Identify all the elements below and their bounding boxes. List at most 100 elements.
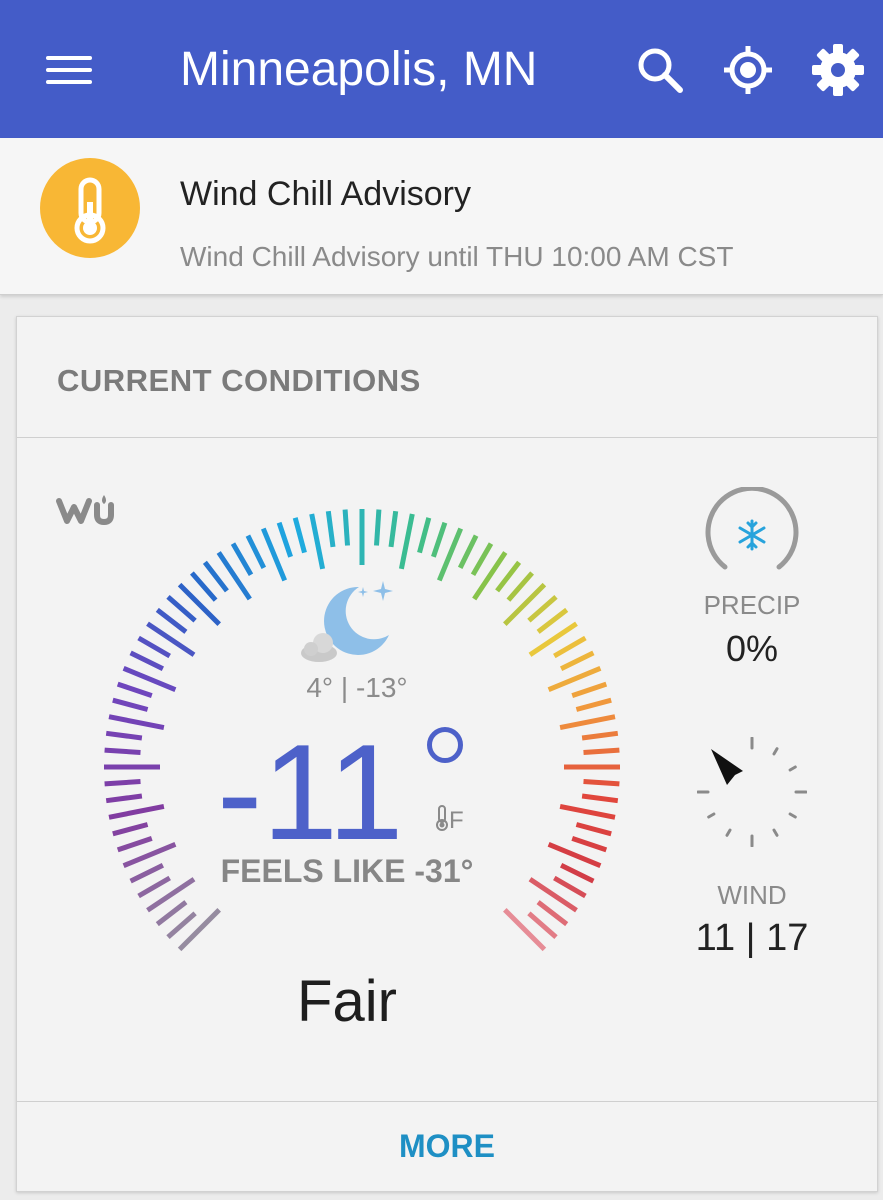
gauge-tick xyxy=(105,730,143,741)
gauge-tick xyxy=(472,551,508,601)
gauge-tick xyxy=(292,517,307,554)
gauge-tick xyxy=(581,730,619,741)
search-icon[interactable] xyxy=(634,44,686,96)
gear-icon[interactable] xyxy=(812,44,864,96)
degree-mark xyxy=(427,727,463,763)
thermometer-unit-icon xyxy=(436,805,448,831)
gauge-tick xyxy=(559,650,595,672)
gauge-tick xyxy=(398,513,415,570)
moon-with-cloud-icon xyxy=(301,581,393,662)
gauge-tick xyxy=(503,582,547,626)
gauge-tick xyxy=(129,650,165,672)
gauge-tick xyxy=(536,607,569,634)
gauge-tick xyxy=(104,747,141,755)
gauge-tick xyxy=(155,607,188,634)
gauge-tick xyxy=(116,681,153,698)
wind-label: WIND xyxy=(717,880,787,910)
gauge-tick xyxy=(129,862,165,884)
gauge-tick xyxy=(457,534,479,570)
gauge-tick xyxy=(506,571,534,602)
gauge-tick xyxy=(230,542,254,576)
advisory-subtitle: Wind Chill Advisory until THU 10:00 AM C… xyxy=(180,241,734,272)
precip-value: 0% xyxy=(725,628,779,669)
wind-dial-tick xyxy=(788,765,797,772)
gauge-tick xyxy=(431,521,448,558)
gauge-tick xyxy=(309,513,326,570)
gauge-tick xyxy=(553,635,587,659)
gauge-tick xyxy=(575,697,612,712)
gauge-tick xyxy=(528,877,578,913)
gauge-tick xyxy=(112,822,149,837)
gauge-tick xyxy=(104,779,141,787)
gauge-tick xyxy=(177,908,221,952)
gauge-tick xyxy=(417,517,432,554)
gauge-tick xyxy=(166,911,197,939)
gauge-tick xyxy=(112,697,149,712)
condition-text: Fair xyxy=(297,969,397,1034)
gauge-tick xyxy=(581,793,619,804)
gauge-tick xyxy=(146,621,196,657)
gauge-tick xyxy=(559,803,616,820)
gauge-tick xyxy=(559,714,616,731)
precip-dial xyxy=(705,487,799,570)
card-title: CURRENT CONDITIONS xyxy=(57,363,421,398)
gauge-tick xyxy=(527,595,558,623)
snowflake-icon xyxy=(738,519,766,551)
gauge-tick xyxy=(325,510,336,548)
menu-icon[interactable] xyxy=(42,50,96,90)
gauge-tick xyxy=(571,836,608,853)
advisory-banner[interactable]: Wind Chill Advisory Wind Chill Advisory … xyxy=(0,138,883,295)
card-header: CURRENT CONDITIONS xyxy=(17,317,877,438)
wind-dial-tick xyxy=(725,828,732,837)
gauge-tick xyxy=(108,803,165,820)
gauge-tick xyxy=(553,875,587,899)
gauge-tick xyxy=(495,560,522,593)
temperature-unit[interactable]: F xyxy=(435,805,464,836)
current-temperature: -11 xyxy=(217,716,404,868)
gauge-tick xyxy=(342,509,350,546)
gauge-tick xyxy=(559,862,595,884)
gauge-tick xyxy=(166,595,197,623)
precip-label: PRECIP xyxy=(703,590,801,620)
gauge-tick xyxy=(177,582,221,626)
gps-location-icon[interactable] xyxy=(722,44,774,96)
current-conditions-card: CURRENT CONDITIONS 4° | -13° -11 F FEELS… xyxy=(16,316,878,1192)
gauge-tick xyxy=(583,779,620,787)
feels-like: FEELS LIKE -31° xyxy=(220,853,474,889)
more-bar: MORE xyxy=(17,1101,877,1192)
gauge-tick xyxy=(571,681,608,698)
temperature-unit-label: F xyxy=(449,807,464,834)
gauge-tick xyxy=(105,793,143,804)
gauge-tick xyxy=(116,836,153,853)
gauge-tick xyxy=(575,822,612,837)
app-bar: Minneapolis, MN xyxy=(0,0,883,138)
gauge-tick xyxy=(245,534,267,570)
wind-value: 11 | 17 xyxy=(695,917,809,959)
gauge-tick xyxy=(155,900,188,927)
gauge-tick xyxy=(137,635,171,659)
wind-dial-tick xyxy=(707,812,716,819)
gauge-tick xyxy=(202,560,229,593)
gauge-tick xyxy=(108,714,165,731)
gauge-tick xyxy=(536,900,569,927)
wind-dial-tick xyxy=(788,812,797,819)
gauge-tick xyxy=(503,908,547,952)
gauge-tick xyxy=(276,521,293,558)
thermometer-icon xyxy=(40,158,140,258)
wind-direction-arrow-icon xyxy=(711,749,743,785)
gauge-tick xyxy=(374,509,382,546)
gauge-tick xyxy=(528,621,578,657)
wind-dial xyxy=(697,737,807,847)
gauge-tick xyxy=(190,571,218,602)
wind-dial-tick xyxy=(772,747,779,756)
wind-dial-tick xyxy=(772,828,779,837)
gauge-tick xyxy=(146,877,196,913)
advisory-title: Wind Chill Advisory xyxy=(180,175,471,213)
more-button[interactable]: MORE xyxy=(17,1126,877,1166)
gauge-tick xyxy=(137,875,171,899)
gauge-tick xyxy=(216,551,252,601)
high-low-temperature: 4° | -13° xyxy=(306,672,408,703)
gauge-tick xyxy=(527,911,558,939)
gauge-tick xyxy=(388,510,399,548)
app-title[interactable]: Minneapolis, MN xyxy=(180,40,537,100)
